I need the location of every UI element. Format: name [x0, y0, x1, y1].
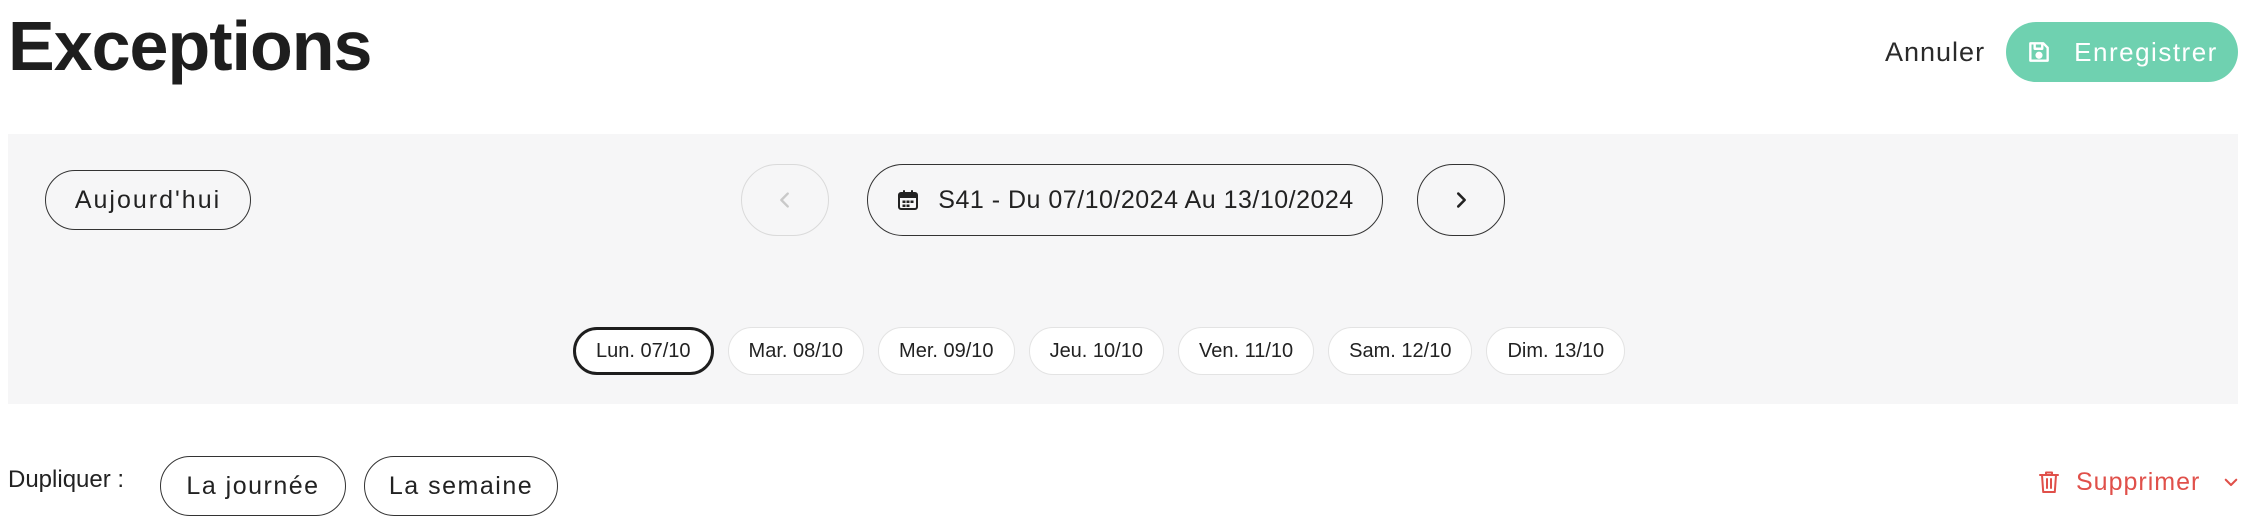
day-chip-saturday[interactable]: Sam. 12/10	[1328, 327, 1473, 375]
chevron-left-icon	[780, 192, 789, 208]
cancel-button[interactable]: Annuler	[1885, 28, 1985, 76]
today-button[interactable]: Aujourd'hui	[45, 170, 251, 230]
delete-label: Supprimer	[2076, 467, 2201, 496]
week-navigation-panel: Aujourd'hui S41 - Du 07/10/2024 Au 13/10…	[8, 134, 2238, 404]
duplicate-week-button[interactable]: La semaine	[364, 456, 558, 516]
next-week-button[interactable]	[1417, 164, 1505, 236]
duplicate-label: Dupliquer :	[8, 466, 125, 493]
week-selector-button[interactable]: S41 - Du 07/10/2024 Au 13/10/2024	[867, 164, 1383, 236]
day-chip-tuesday[interactable]: Mar. 08/10	[727, 327, 865, 375]
day-chip-friday[interactable]: Ven. 11/10	[1177, 327, 1315, 375]
day-chip-wednesday[interactable]: Mer. 09/10	[878, 327, 1015, 375]
save-icon	[2029, 42, 2050, 62]
trash-icon	[2039, 471, 2059, 493]
page-title: Exceptions	[8, 7, 372, 85]
day-chip-sunday[interactable]: Dim. 13/10	[1486, 327, 1626, 375]
chevron-right-icon	[1456, 192, 1466, 208]
exceptions-page: Exceptions Annuler Enregistrer Aujourd'h…	[0, 0, 2266, 530]
previous-week-button[interactable]	[741, 164, 829, 236]
save-button[interactable]: Enregistrer	[2006, 22, 2238, 82]
delete-dropdown-button[interactable]: Supprimer	[2038, 460, 2240, 504]
week-range-label: S41 - Du 07/10/2024 Au 13/10/2024	[938, 185, 1354, 214]
save-button-label: Enregistrer	[2074, 36, 2218, 67]
day-chip-monday[interactable]: Lun. 07/10	[573, 327, 714, 375]
day-chip-thursday[interactable]: Jeu. 10/10	[1028, 327, 1164, 375]
day-selector: Lun. 07/10 Mar. 08/10 Mer. 09/10 Jeu. 10…	[573, 327, 1626, 377]
chevron-down-icon	[2225, 478, 2238, 487]
duplicate-day-button[interactable]: La journée	[160, 456, 346, 516]
calendar-icon	[898, 190, 919, 210]
